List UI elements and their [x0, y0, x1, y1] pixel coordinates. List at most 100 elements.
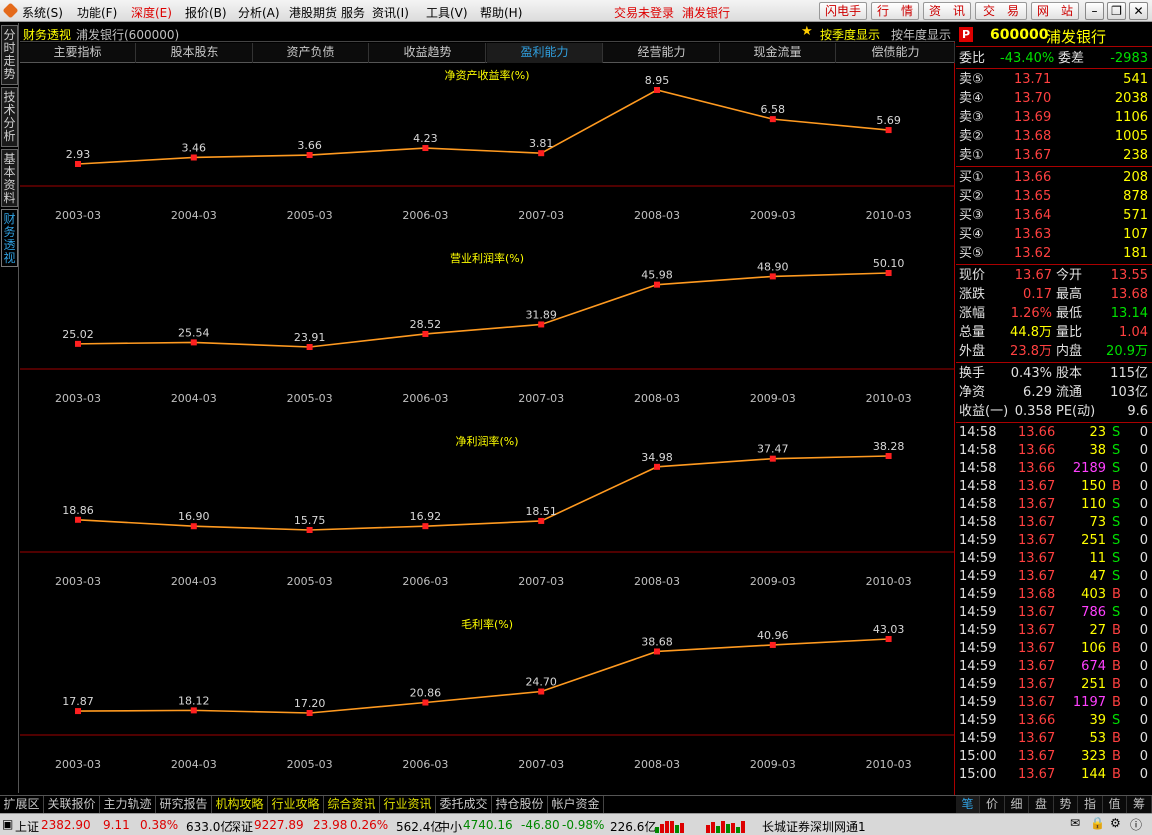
- menu-hk-futures[interactable]: 港股期货: [289, 4, 337, 21]
- buy-volume: 878: [1123, 189, 1148, 204]
- sell-volume: 1005: [1114, 129, 1148, 144]
- tick-count: 0: [1139, 677, 1148, 692]
- menu-help[interactable]: 帮助(H): [480, 4, 522, 21]
- subtab-earnings-trend[interactable]: 收益趋势: [370, 43, 486, 63]
- data-label: 16.90: [178, 510, 210, 523]
- tick-direction: B: [1112, 677, 1121, 692]
- bottom-tab[interactable]: 帐户资金: [548, 796, 604, 814]
- quote-tab[interactable]: 价: [981, 796, 1005, 814]
- subtab-shareholders[interactable]: 股本股东: [137, 43, 253, 63]
- tick-time: 14:59: [959, 731, 997, 746]
- tick-direction: B: [1112, 623, 1121, 638]
- trade-button[interactable]: 交 易: [975, 2, 1027, 20]
- subtab-operations[interactable]: 经营能力: [604, 43, 720, 63]
- zx-amount: 226.6亿: [610, 820, 657, 834]
- menu-news[interactable]: 资讯(I): [372, 4, 409, 21]
- menu-service[interactable]: 服务: [341, 4, 365, 21]
- zx-label: 中小: [438, 820, 463, 834]
- stat-value: 103亿: [1110, 385, 1148, 400]
- menu-quote[interactable]: 报价(B): [185, 4, 227, 21]
- tick-time: 14:58: [959, 443, 997, 458]
- restore-icon[interactable]: ❐: [1107, 2, 1126, 20]
- tab-intraday[interactable]: 分时走势: [1, 25, 18, 85]
- sell-volume: 1106: [1114, 110, 1148, 125]
- quote-tab[interactable]: 盘: [1030, 796, 1054, 814]
- menu-analysis[interactable]: 分析(A): [238, 4, 280, 21]
- bottom-tab[interactable]: 扩展区: [0, 796, 44, 814]
- data-label: 43.03: [873, 623, 905, 636]
- tick-time: 14:58: [959, 461, 997, 476]
- yearly-option[interactable]: 按年度显示: [891, 26, 951, 43]
- quote-tab[interactable]: 值: [1103, 796, 1127, 814]
- tick-row: 14:59 13.68 403 B 0: [956, 586, 1152, 604]
- sell-level-row: 卖① 13.67 238: [956, 146, 1152, 165]
- tab-technical[interactable]: 技术分析: [1, 87, 18, 147]
- tab-financial-view[interactable]: 财务透视: [1, 209, 18, 267]
- tick-row: 14:58 13.67 150 B 0: [956, 478, 1152, 496]
- menu-depth[interactable]: 深度(E): [131, 4, 172, 21]
- x-tick-label: 2003-03: [55, 575, 101, 588]
- quarterly-option[interactable]: 按季度显示: [820, 26, 880, 43]
- network-icon[interactable]: ✉: [1070, 816, 1080, 830]
- bottom-tab[interactable]: 研究报告: [156, 796, 212, 814]
- bottom-tab[interactable]: 主力轨迹: [100, 796, 156, 814]
- stat-row: 涨幅 1.26% 最低 13.14: [956, 304, 1152, 323]
- tick-row: 14:59 13.67 674 B 0: [956, 658, 1152, 676]
- tick-row: 14:59 13.67 786 S 0: [956, 604, 1152, 622]
- info-icon[interactable]: ⓘ: [1130, 816, 1142, 833]
- weicha-label: 委差: [1058, 51, 1085, 66]
- subtab-balance-sheet[interactable]: 资产负债: [253, 43, 369, 63]
- bottom-tab[interactable]: 关联报价: [44, 796, 100, 814]
- tick-direction: S: [1112, 443, 1121, 458]
- x-tick-label: 2009-03: [750, 575, 796, 588]
- x-tick-label: 2004-03: [171, 209, 217, 222]
- stat-row: 换手 0.43% 股本 115亿: [956, 364, 1152, 383]
- market-button[interactable]: 行 情: [871, 2, 919, 20]
- quote-tab[interactable]: 细: [1005, 796, 1029, 814]
- sz-amount: 562.4亿: [396, 820, 443, 834]
- subtab-profitability[interactable]: 盈利能力: [487, 43, 603, 63]
- tick-price: 13.67: [1018, 749, 1056, 764]
- stat-value: 6.29: [1023, 385, 1052, 400]
- settings-icon[interactable]: ⚙: [1110, 816, 1121, 830]
- tick-count: 0: [1139, 713, 1148, 728]
- stat-label: 净资: [959, 385, 986, 400]
- quote-tab[interactable]: 指: [1079, 796, 1103, 814]
- data-point: [885, 270, 892, 276]
- menu-function[interactable]: 功能(F): [77, 4, 117, 21]
- bottom-tab[interactable]: 行业攻略: [268, 796, 324, 814]
- buy-level-row: 买⑤ 13.62 181: [956, 244, 1152, 263]
- tick-direction: S: [1112, 713, 1121, 728]
- bottom-tab[interactable]: 机构攻略: [212, 796, 268, 814]
- tab-fundamentals[interactable]: 基本资料: [1, 149, 18, 207]
- tick-count: 0: [1139, 515, 1148, 530]
- minimize-icon[interactable]: –: [1085, 2, 1104, 20]
- buy-label: 买②: [959, 189, 984, 204]
- tick-time: 14:58: [959, 515, 997, 530]
- stat-label: 收益(一): [959, 404, 1009, 419]
- bottom-tab[interactable]: 综合资讯: [324, 796, 380, 814]
- quote-tab[interactable]: 势: [1054, 796, 1078, 814]
- quote-tab[interactable]: 笔: [956, 796, 980, 814]
- weibi-row: 委比 -43.40% 委差 -2983: [956, 49, 1152, 67]
- tick-row: 15:00 13.67 144 B 0: [956, 766, 1152, 784]
- buy-level-row: 买② 13.65 878: [956, 187, 1152, 206]
- menu-system[interactable]: 系统(S): [22, 4, 63, 21]
- quote-tab[interactable]: 筹: [1128, 796, 1152, 814]
- subtab-cashflow[interactable]: 现金流量: [720, 43, 836, 63]
- lock-icon[interactable]: 🔒: [1090, 816, 1105, 830]
- website-button[interactable]: 网 站: [1031, 2, 1079, 20]
- flash-trade-button[interactable]: 闪电手: [819, 2, 867, 20]
- menu-tools[interactable]: 工具(V): [426, 4, 468, 21]
- tick-direction: B: [1112, 659, 1121, 674]
- bottom-tab[interactable]: 持仓股份: [492, 796, 548, 814]
- bottom-tab[interactable]: 委托成交: [436, 796, 492, 814]
- subtab-solvency[interactable]: 偿债能力: [837, 43, 955, 63]
- tick-time: 14:59: [959, 713, 997, 728]
- subtab-key-indicators[interactable]: 主要指标: [20, 43, 136, 63]
- bottom-tab[interactable]: 行业资讯: [380, 796, 436, 814]
- close-icon[interactable]: ✕: [1129, 2, 1148, 20]
- divider: [956, 68, 1152, 69]
- tick-volume: 674: [1081, 659, 1106, 674]
- news-button[interactable]: 资 讯: [923, 2, 971, 20]
